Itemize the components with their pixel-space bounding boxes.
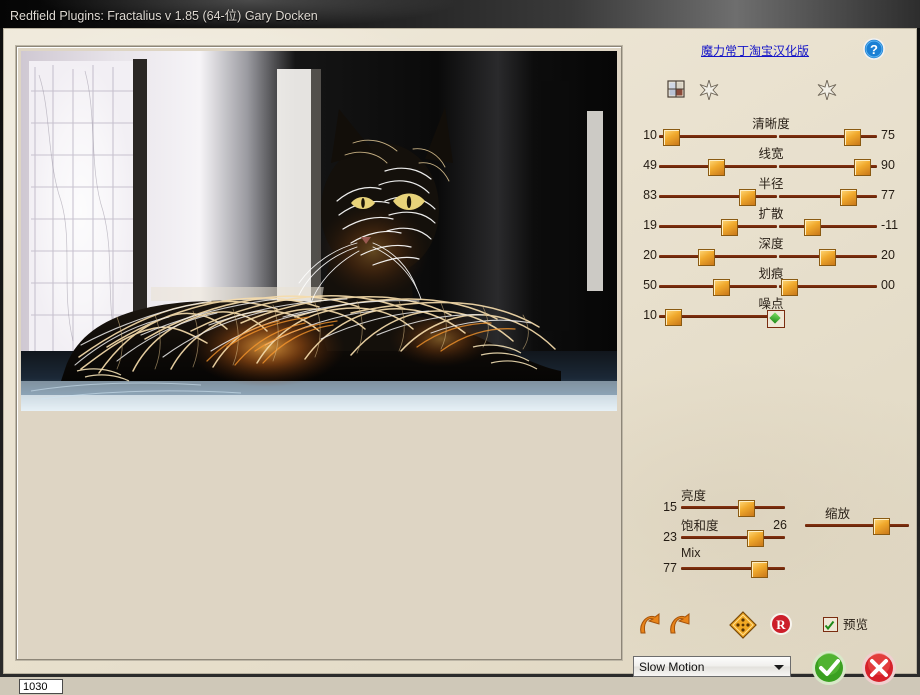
bottom-slider-track[interactable]	[681, 536, 785, 539]
help-icon[interactable]: ?	[863, 38, 885, 60]
slider-left-value: 19	[643, 218, 657, 232]
slider-left-value: 20	[643, 248, 657, 262]
window-titlebar: Redfield Plugins: Fractalius v 1.85 (64-…	[0, 0, 920, 28]
zoom-slider-handle[interactable]	[873, 518, 891, 535]
slider-label: 划痕	[758, 267, 784, 281]
ok-check-button[interactable]	[811, 650, 847, 686]
slider-right-value: 20	[881, 248, 895, 262]
zoom-value-field[interactable]: 1030	[19, 679, 63, 694]
slider-right-value: 77	[881, 188, 895, 202]
slider-label: 半径	[758, 177, 784, 191]
svg-text:?: ?	[870, 42, 878, 57]
bottom-slider-handle[interactable]	[747, 530, 765, 547]
slider-track-right[interactable]	[779, 195, 877, 198]
zoom-slider-value: 26	[773, 518, 787, 532]
bottom-slider-row: Mix 77	[663, 546, 785, 581]
slider-label: 扩散	[758, 207, 784, 221]
bottom-slider-track[interactable]	[681, 506, 785, 509]
client-area: 1030 魔力常丁淘宝汉化版 ? 清晰度 10 75 线宽 49 90 半径 8…	[3, 28, 917, 694]
slider-right-value: -11	[881, 218, 899, 232]
zoom-slider-track[interactable]	[805, 524, 909, 527]
preview-label: 预览	[843, 618, 869, 632]
slider-left-value: 10	[643, 308, 657, 322]
bottom-slider-label: 亮度	[681, 489, 707, 503]
zoom-slider-row: 缩放 26	[773, 507, 909, 538]
slider-track-right[interactable]	[779, 135, 877, 138]
fractalius-image	[21, 51, 617, 411]
slider-left-value: 49	[643, 158, 657, 172]
slider-track-right[interactable]	[779, 225, 877, 228]
slider-left-value: 50	[643, 278, 657, 292]
slider-track-left[interactable]	[659, 255, 777, 258]
grid-icon[interactable]	[667, 80, 685, 103]
controls-panel: 魔力常丁淘宝汉化版 ? 清晰度 10 75 线宽 49 90 半径 83 77 …	[625, 28, 917, 685]
image-panel-filler	[21, 411, 617, 655]
zoom-slider-label: 缩放	[825, 507, 851, 521]
bottom-slider-handle[interactable]	[738, 500, 756, 517]
bottom-slider-handle[interactable]	[750, 561, 768, 578]
bottom-slider-value: 23	[663, 530, 677, 544]
motion-select[interactable]: Slow Motion	[633, 656, 791, 677]
slider-track-left[interactable]	[659, 195, 777, 198]
slider-right-value: 75	[881, 128, 895, 142]
slider-label: 深度	[758, 237, 784, 251]
motion-select-value: Slow Motion	[639, 660, 705, 674]
starburst-icon[interactable]	[817, 78, 837, 105]
bottom-slider-value: 77	[663, 561, 677, 575]
chevron-down-icon	[774, 665, 784, 670]
starburst-icon[interactable]	[699, 78, 719, 105]
svg-text:R: R	[776, 617, 786, 632]
bottom-slider-track[interactable]	[681, 567, 785, 570]
undo-arrow-icon[interactable]	[637, 611, 665, 642]
redo-arrow-icon[interactable]	[667, 611, 695, 642]
cancel-x-button[interactable]	[861, 650, 897, 686]
slider-right-value: 00	[881, 278, 895, 292]
translation-credit-link[interactable]: 魔力常丁淘宝汉化版	[701, 42, 809, 59]
slider-right-value: 90	[881, 158, 895, 172]
reset-r-icon[interactable]: R	[769, 612, 793, 641]
slider-track-left[interactable]	[659, 225, 777, 228]
fractalius-window: Redfield Plugins: Fractalius v 1.85 (64-…	[0, 0, 920, 694]
slider-handle-left[interactable]	[665, 309, 683, 326]
slider-left-value: 10	[643, 128, 657, 142]
window-title: Redfield Plugins: Fractalius v 1.85 (64-…	[10, 9, 318, 23]
pan-diamond-icon[interactable]	[729, 611, 757, 644]
bottom-slider-label: Mix	[681, 546, 701, 560]
preview-image[interactable]	[21, 51, 617, 411]
bottom-slider-value: 15	[663, 500, 677, 514]
slider-left-value: 83	[643, 188, 657, 202]
preview-checkbox[interactable]	[823, 617, 838, 632]
bottom-slider-label: 饱和度	[681, 519, 719, 533]
image-preview-panel[interactable]	[16, 46, 622, 660]
green-diamond-button[interactable]	[767, 310, 785, 328]
slider-label: 线宽	[758, 147, 784, 161]
